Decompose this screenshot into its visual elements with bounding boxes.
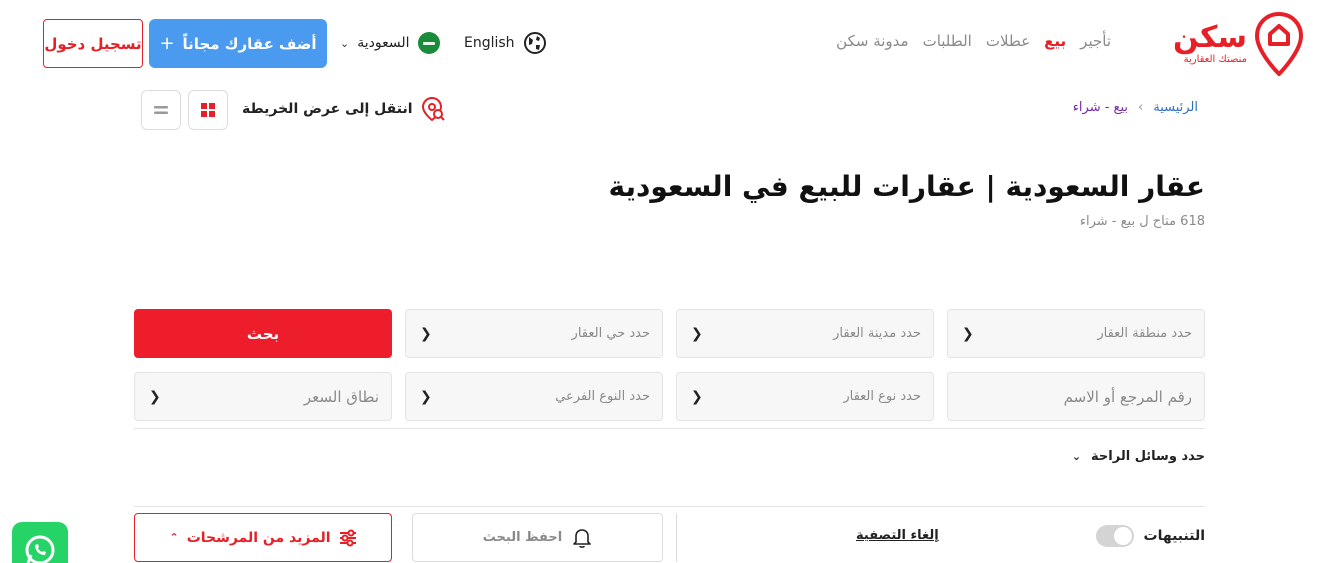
city-select[interactable]: ❯ حدد مدينة العقار bbox=[676, 309, 934, 358]
plus-icon: + bbox=[159, 33, 175, 54]
divider bbox=[676, 513, 677, 562]
sliders-icon bbox=[339, 529, 356, 546]
breadcrumb-current: بيع - شراء bbox=[1072, 100, 1129, 115]
alerts-label: التنبيهات bbox=[1143, 528, 1205, 544]
nav-item-sale[interactable]: بيع bbox=[1044, 32, 1066, 50]
breadcrumb: الرئيسية › بيع - شراء bbox=[1073, 100, 1198, 115]
main-nav: تأجير بيع عطلات الطلبات مدونة سكن bbox=[836, 32, 1111, 50]
city-placeholder: حدد مدينة العقار bbox=[833, 326, 921, 341]
logo[interactable]: سكن منصتك العقارية bbox=[1173, 12, 1303, 76]
subtype-select[interactable]: ❯ حدد النوع الفرعي bbox=[405, 372, 663, 421]
chevron-down-icon: ❯ bbox=[691, 325, 703, 342]
property-type-placeholder: حدد نوع العقار bbox=[843, 389, 921, 404]
logo-tagline: منصتك العقارية bbox=[1183, 54, 1247, 65]
nav-item-rent[interactable]: تأجير bbox=[1080, 32, 1111, 50]
divider bbox=[134, 506, 1205, 507]
language-switch[interactable]: English bbox=[464, 30, 547, 56]
country-selector[interactable]: ⌄ السعودية bbox=[340, 30, 440, 56]
chevron-down-icon: ⌄ bbox=[1071, 450, 1082, 463]
logo-text: سكن bbox=[1173, 20, 1247, 55]
more-filters-label: المزيد من المرشحات bbox=[186, 529, 331, 546]
property-type-select[interactable]: ❯ حدد نوع العقار bbox=[676, 372, 934, 421]
list-icon bbox=[154, 106, 168, 114]
chevron-down-icon: ❯ bbox=[691, 388, 703, 405]
globe-icon bbox=[523, 32, 546, 54]
alerts-control: التنبيهات bbox=[1095, 525, 1205, 547]
chevron-down-icon: ❯ bbox=[420, 325, 432, 342]
grid-icon bbox=[201, 103, 215, 117]
chevron-down-icon: ❯ bbox=[420, 388, 432, 405]
more-filters-button[interactable]: المزيد من المرشحات ⌃ bbox=[134, 513, 392, 562]
add-property-label: أضف عقارك مجاناً bbox=[182, 34, 317, 53]
district-select[interactable]: ❯ حدد حي العقار bbox=[405, 309, 663, 358]
chevron-down-icon: ❯ bbox=[149, 388, 161, 405]
language-label: English bbox=[464, 35, 515, 51]
add-property-button[interactable]: + أضف عقارك مجاناً bbox=[149, 19, 327, 68]
nav-item-holidays[interactable]: عطلات bbox=[986, 32, 1030, 50]
map-view-link[interactable]: انتقل إلى عرض الخريطة bbox=[242, 96, 445, 122]
region-placeholder: حدد منطقة العقار bbox=[1097, 326, 1192, 341]
nav-item-blog[interactable]: مدونة سكن bbox=[836, 32, 908, 50]
whatsapp-icon bbox=[25, 535, 55, 563]
amenities-toggle[interactable]: حدد وسائل الراحة ⌄ bbox=[1072, 449, 1205, 464]
breadcrumb-separator: › bbox=[1138, 100, 1144, 115]
region-select[interactable]: ❯ حدد منطقة العقار bbox=[947, 309, 1205, 358]
whatsapp-button[interactable] bbox=[12, 522, 68, 563]
clear-filters-link[interactable]: إلغاء التصفية bbox=[856, 528, 939, 543]
reference-placeholder: رقم المرجع أو الاسم bbox=[1063, 387, 1192, 406]
chevron-down-icon: ❯ bbox=[962, 325, 974, 342]
save-search-button[interactable]: احفظ البحث bbox=[412, 513, 663, 562]
saudi-flag-icon bbox=[417, 32, 440, 54]
grid-view-button[interactable] bbox=[188, 90, 228, 130]
bell-icon bbox=[573, 528, 592, 548]
chevron-down-icon: ⌄ bbox=[340, 36, 350, 50]
list-view-button[interactable] bbox=[141, 90, 181, 130]
breadcrumb-home[interactable]: الرئيسية bbox=[1153, 100, 1198, 115]
price-range-select[interactable]: ❯ نطاق السعر bbox=[134, 372, 392, 421]
subtype-placeholder: حدد النوع الفرعي bbox=[555, 389, 650, 404]
search-button[interactable]: بحث bbox=[134, 309, 392, 358]
reference-search-input[interactable]: رقم المرجع أو الاسم bbox=[947, 372, 1205, 421]
location-pin-logo-icon bbox=[1255, 12, 1303, 76]
results-count: 618 متاح ل بيع - شراء bbox=[1079, 214, 1205, 229]
district-placeholder: حدد حي العقار bbox=[571, 326, 650, 341]
map-view-label: انتقل إلى عرض الخريطة bbox=[242, 101, 413, 117]
nav-item-requests[interactable]: الطلبات bbox=[923, 32, 972, 50]
login-button[interactable]: تسجيل دخول bbox=[43, 19, 143, 68]
chevron-up-icon: ⌃ bbox=[169, 531, 179, 544]
divider bbox=[134, 428, 1205, 429]
amenities-label: حدد وسائل الراحة bbox=[1091, 449, 1205, 464]
country-label: السعودية bbox=[357, 35, 410, 51]
save-search-label: احفظ البحث bbox=[482, 530, 563, 545]
page-title: عقار السعودية | عقارات للبيع في السعودية bbox=[608, 170, 1205, 203]
price-placeholder: نطاق السعر bbox=[303, 387, 379, 406]
map-search-icon bbox=[421, 96, 445, 122]
alerts-toggle[interactable] bbox=[1095, 525, 1134, 547]
